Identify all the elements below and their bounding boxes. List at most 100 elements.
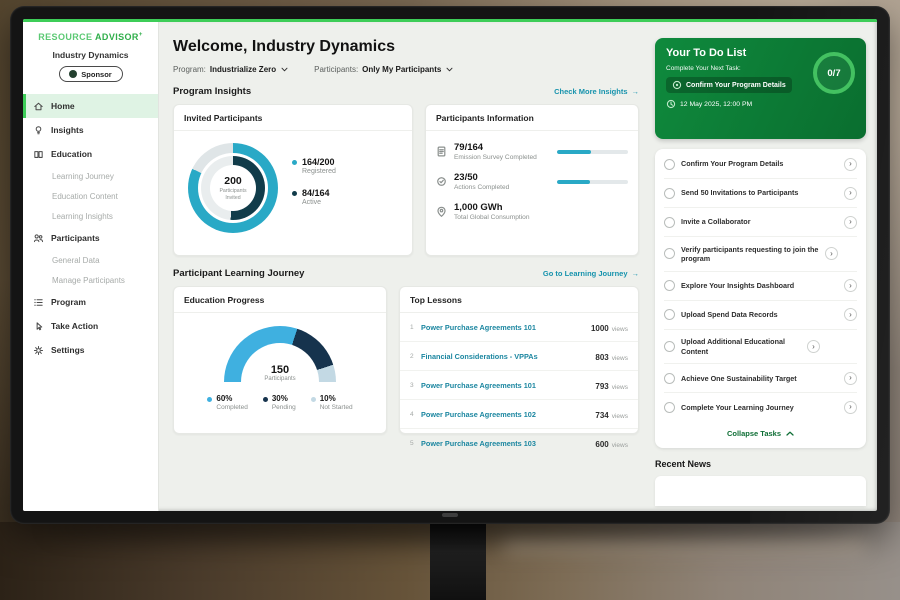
task-checkbox[interactable] [664,402,675,413]
task-item[interactable]: Verify participants requesting to join t… [664,237,857,272]
chevron-right-icon[interactable]: › [844,372,857,385]
stat-value: 1,000 GWh [454,202,530,213]
views-label: views [612,442,628,449]
list-icon [33,297,44,308]
legend-dot-active [292,191,297,196]
sidebar-item-program[interactable]: Program [23,290,158,314]
sidebar-item-learning-insights[interactable]: Learning Insights [23,206,158,226]
task-checkbox[interactable] [664,217,675,228]
chevron-right-icon[interactable]: › [844,216,857,229]
donut-center-value: 200 [224,175,242,187]
people-icon [33,233,44,244]
sidebar-item-education-content[interactable]: Education Content [23,186,158,206]
task-item[interactable]: Explore Your Insights Dashboard › [664,272,857,301]
task-item[interactable]: Complete Your Learning Journey › [664,393,857,421]
lesson-rank: 2 [410,353,421,360]
program-dropdown[interactable]: Program: Industrialize Zero [173,65,288,74]
todo-progress-ring: 0/7 [813,52,855,94]
section-title-learning-journey: Participant Learning Journey [173,268,304,279]
monitor-stand [430,518,486,600]
lesson-row: 5 Power Purchase Agreements 103 600views [400,429,638,457]
legend-dot-registered [292,160,297,165]
legend-label: Completed [216,404,247,411]
section-title-program-insights: Program Insights [173,86,251,97]
lesson-link[interactable]: Financial Considerations - VPPAs [421,352,595,361]
sidebar-item-participants[interactable]: Participants [23,226,158,250]
task-item[interactable]: Upload Spend Data Records › [664,301,857,330]
clock-icon [666,99,676,109]
sidebar-item-home[interactable]: Home [23,94,158,118]
sidebar-item-insights[interactable]: Insights [23,118,158,142]
progress-fill [557,180,590,184]
sidebar-item-learning-journey[interactable]: Learning Journey [23,166,158,186]
sidebar-item-label: Education Content [52,192,118,201]
check-badge-icon [436,176,447,187]
next-task-chip[interactable]: Confirm Your Program Details [666,77,792,93]
sidebar-item-settings[interactable]: Settings [23,338,158,362]
sidebar-item-label: Program [51,297,86,307]
chevron-right-icon[interactable]: › [844,401,857,414]
participants-dropdown[interactable]: Participants: Only My Participants [314,65,453,74]
progress-fill [557,150,591,154]
chevron-right-icon[interactable]: › [844,158,857,171]
chevron-right-icon[interactable]: › [844,308,857,321]
task-checkbox[interactable] [664,341,675,352]
legend-label: Pending [272,404,296,411]
top-lessons-card: Top Lessons 1 Power Purchase Agreements … [399,286,639,434]
sponsor-badge[interactable]: Sponsor [59,66,123,82]
task-checkbox[interactable] [664,309,675,320]
task-checkbox[interactable] [664,159,675,170]
legend-value: 60% [216,394,247,403]
chevron-up-icon [786,431,794,436]
invited-participants-card: Invited Participants 200 Participants In… [173,104,413,256]
chevron-right-icon[interactable]: › [807,340,820,353]
next-task-label: Confirm Your Program Details [686,82,786,89]
gauge-center: 150 Participants [224,364,336,382]
org-name: Industry Dynamics [23,50,158,60]
task-checkbox[interactable] [664,188,675,199]
main-content: Welcome, Industry Dynamics Program: Indu… [159,22,653,511]
stat-label: Total Global Consumption [454,214,530,221]
task-item[interactable]: Confirm Your Program Details › [664,150,857,179]
legend-item-not-started: 10% Not Started [311,394,353,411]
task-checkbox[interactable] [664,248,675,259]
sidebar-item-general-data[interactable]: General Data [23,250,158,270]
lesson-link[interactable]: Power Purchase Agreements 102 [421,410,595,419]
task-label: Send 50 Invitations to Participants [681,188,838,197]
sponsor-icon [69,70,77,78]
task-label: Achieve One Sustainability Target [681,374,838,383]
sidebar-item-manage-participants[interactable]: Manage Participants [23,270,158,290]
check-more-insights-link[interactable]: Check More Insights → [554,87,639,96]
legend-label: Not Started [320,404,353,411]
card-title: Top Lessons [400,287,638,313]
chevron-right-icon[interactable]: › [844,279,857,292]
task-item[interactable]: Achieve One Sustainability Target › [664,364,857,393]
task-item[interactable]: Upload Additional Educational Content › [664,330,857,365]
chevron-right-icon[interactable]: › [844,187,857,200]
views-label: views [612,355,628,362]
stat-actions-completed: 23/50 Actions Completed [426,172,638,191]
stat-emission-survey: 79/164 Emission Survey Completed [426,142,638,161]
chevron-right-icon[interactable]: › [825,247,838,260]
collapse-tasks-link[interactable]: Collapse Tasks [664,421,857,447]
task-item[interactable]: Invite a Collaborator › [664,208,857,237]
task-checkbox[interactable] [664,373,675,384]
task-checkbox[interactable] [664,280,675,291]
lesson-link[interactable]: Power Purchase Agreements 101 [421,381,595,390]
todo-progress-value: 0/7 [827,68,840,79]
recent-news-title: Recent News [655,459,866,469]
sidebar-item-education[interactable]: Education [23,142,158,166]
lesson-link[interactable]: Power Purchase Agreements 103 [421,439,595,448]
gauge-center-label: Participants [224,376,336,382]
sidebar-item-take-action[interactable]: Take Action [23,314,158,338]
sidebar: RESOURCE ADVISOR+ Industry Dynamics Spon… [23,22,159,511]
gear-icon [33,345,44,356]
lesson-link[interactable]: Power Purchase Agreements 101 [421,323,591,332]
legend-label: Registered [302,168,336,175]
task-label: Verify participants requesting to join t… [681,245,819,264]
task-label: Explore Your Insights Dashboard [681,281,838,290]
task-item[interactable]: Send 50 Invitations to Participants › [664,179,857,208]
screen: RESOURCE ADVISOR+ Industry Dynamics Spon… [23,19,877,511]
logo-text-advisor: ADVISOR [95,32,139,42]
go-to-learning-journey-link[interactable]: Go to Learning Journey → [543,269,639,278]
